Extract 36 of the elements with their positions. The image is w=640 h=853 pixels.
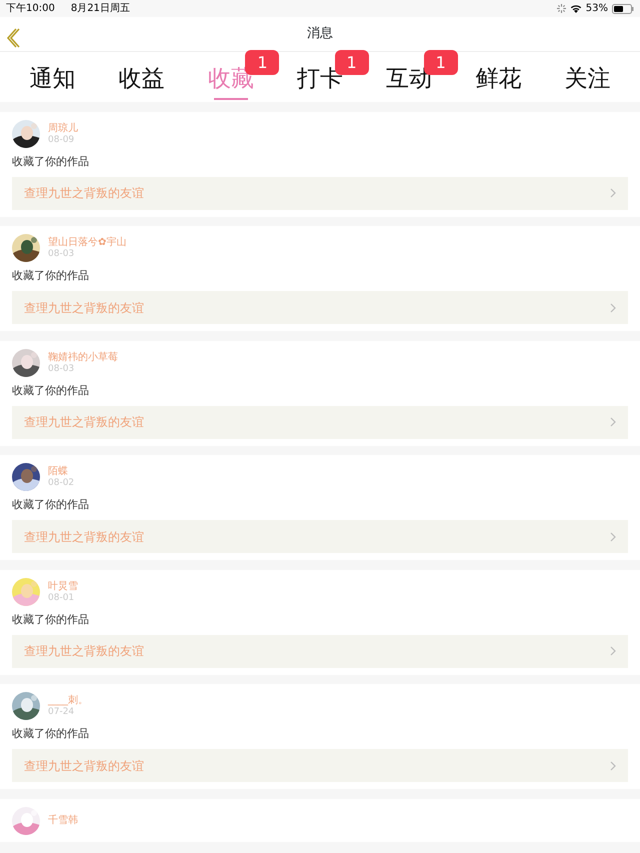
activity-text: 收藏了你的作品 (12, 382, 90, 398)
activity-spinner-icon (556, 4, 566, 13)
battery-percent: 53% (586, 2, 608, 16)
chevron-right-icon (610, 417, 616, 427)
tab[interactable]: 关注 (542, 56, 632, 102)
activity-text: 收藏了你的作品 (12, 154, 90, 170)
status-date: 8月21日周五 (70, 2, 130, 16)
chevron-right-icon (610, 532, 616, 542)
tab[interactable]: 通知 (8, 56, 98, 102)
user-name[interactable]: 鞠婧祎的小草莓 (48, 350, 118, 364)
activity-text: 收藏了你的作品 (12, 612, 90, 628)
tab[interactable]: 收益 (97, 56, 186, 102)
work-link[interactable]: 查理九世之背叛的友谊 (12, 520, 628, 553)
activity-text: 收藏了你的作品 (12, 268, 90, 284)
chevron-right-icon (610, 302, 616, 312)
user-name[interactable]: 陌蝶 (48, 465, 74, 478)
page-title: 消息 (307, 25, 333, 44)
user-name[interactable]: 周琼儿 (48, 122, 78, 134)
wifi-icon (570, 4, 582, 13)
user-name[interactable]: 千雪韩 (48, 814, 78, 827)
activity-text: 收藏了你的作品 (12, 726, 90, 742)
work-link[interactable]: 查理九世之背叛的友谊 (12, 291, 628, 324)
battery-icon (612, 4, 634, 14)
work-link[interactable]: 查理九世之背叛的友谊 (12, 749, 628, 782)
count-badge: 1 (334, 50, 369, 75)
status-time: 下午10:00 (6, 2, 55, 16)
work-link[interactable]: 查理九世之背叛的友谊 (12, 176, 628, 210)
chevron-right-icon (610, 188, 616, 198)
user-name[interactable]: 望山日落兮✿宇山 (48, 236, 126, 249)
activity-text: 收藏了你的作品 (12, 497, 90, 513)
user-name[interactable]: ____刺。 (48, 694, 88, 707)
work-link[interactable]: 查理九世之背叛的友谊 (12, 634, 628, 668)
chevron-right-icon (610, 760, 616, 770)
work-link[interactable]: 查理九世之背叛的友谊 (12, 406, 628, 438)
user-name[interactable]: 叶炅雪 (48, 580, 78, 592)
chevron-right-icon (610, 646, 616, 656)
